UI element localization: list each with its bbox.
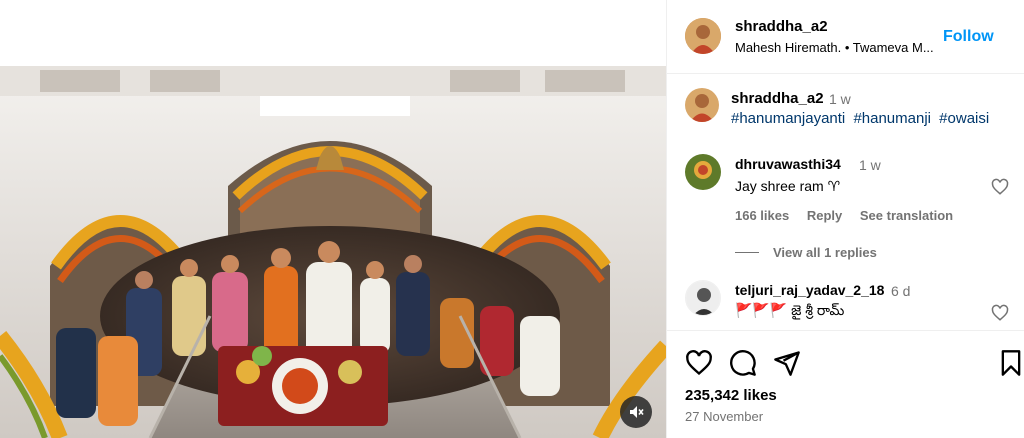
replies-divider-line bbox=[735, 252, 759, 253]
speaker-muted-icon bbox=[630, 406, 644, 418]
comment-text: Jay shree ram ♈ bbox=[735, 178, 841, 194]
view-replies-button[interactable]: View all 1 replies bbox=[735, 245, 877, 260]
audio-line[interactable]: Mahesh Hiremath. • Twameva M... bbox=[735, 40, 945, 55]
hashtag-link[interactable]: #owaisi bbox=[939, 110, 989, 127]
avatar-image bbox=[685, 88, 719, 122]
see-translation-button[interactable]: See translation bbox=[860, 208, 953, 223]
comment-likes[interactable]: 166 likes bbox=[735, 208, 789, 223]
bookmark-icon[interactable] bbox=[997, 349, 1024, 377]
commenter-avatar[interactable] bbox=[685, 154, 721, 190]
view-replies-label: View all 1 replies bbox=[773, 245, 877, 260]
comment-text: 🚩🚩🚩 జై శ్రీ రామ్ bbox=[735, 302, 845, 318]
post-video[interactable] bbox=[0, 66, 666, 438]
avatar-image bbox=[685, 154, 721, 190]
heart-icon[interactable] bbox=[685, 349, 713, 377]
follow-button[interactable]: Follow bbox=[943, 28, 994, 46]
hashtag-link[interactable]: #hanumanji bbox=[853, 110, 931, 127]
temple-scene-image bbox=[0, 66, 666, 438]
post-actions-bar: 235,342 likes 27 November bbox=[667, 330, 1024, 438]
reply-button[interactable]: Reply bbox=[807, 208, 842, 223]
post-side-panel: shraddha_a2 Mahesh Hiremath. • Twameva M… bbox=[666, 0, 1024, 438]
comment-like-icon[interactable] bbox=[991, 178, 1009, 196]
comment-time: 6 d bbox=[891, 283, 911, 299]
comment-username[interactable]: dhruvawasthi34 bbox=[735, 156, 841, 172]
comment-icon[interactable] bbox=[729, 349, 757, 377]
owner-username[interactable]: shraddha_a2 bbox=[735, 18, 828, 35]
comment-time: 1 w bbox=[859, 157, 881, 173]
comment-like-icon[interactable] bbox=[991, 304, 1009, 322]
share-icon[interactable] bbox=[773, 349, 801, 377]
caption-time: 1 w bbox=[829, 91, 851, 107]
avatar-image bbox=[685, 18, 721, 54]
mute-button[interactable] bbox=[620, 396, 652, 428]
comment-meta: 166 likes Reply See translation bbox=[735, 208, 967, 223]
comment-username[interactable]: teljuri_raj_yadav_2_18 bbox=[735, 282, 884, 298]
avatar-image bbox=[686, 281, 720, 315]
caption-username[interactable]: shraddha_a2 bbox=[731, 90, 824, 107]
post-date: 27 November bbox=[685, 409, 764, 424]
owner-avatar[interactable] bbox=[685, 18, 721, 54]
instagram-post-view: shraddha_a2 Mahesh Hiremath. • Twameva M… bbox=[0, 0, 1024, 438]
likes-count[interactable]: 235,342 likes bbox=[685, 387, 777, 404]
media-top-blank bbox=[0, 0, 666, 66]
post-header: shraddha_a2 Mahesh Hiremath. • Twameva M… bbox=[667, 0, 1024, 74]
caption-hashtags: #hanumanjayanti #hanumanji #owaisi bbox=[731, 110, 993, 127]
commenter-avatar[interactable] bbox=[685, 280, 721, 316]
hashtag-link[interactable]: #hanumanjayanti bbox=[731, 110, 845, 127]
caption-avatar[interactable] bbox=[685, 88, 719, 122]
